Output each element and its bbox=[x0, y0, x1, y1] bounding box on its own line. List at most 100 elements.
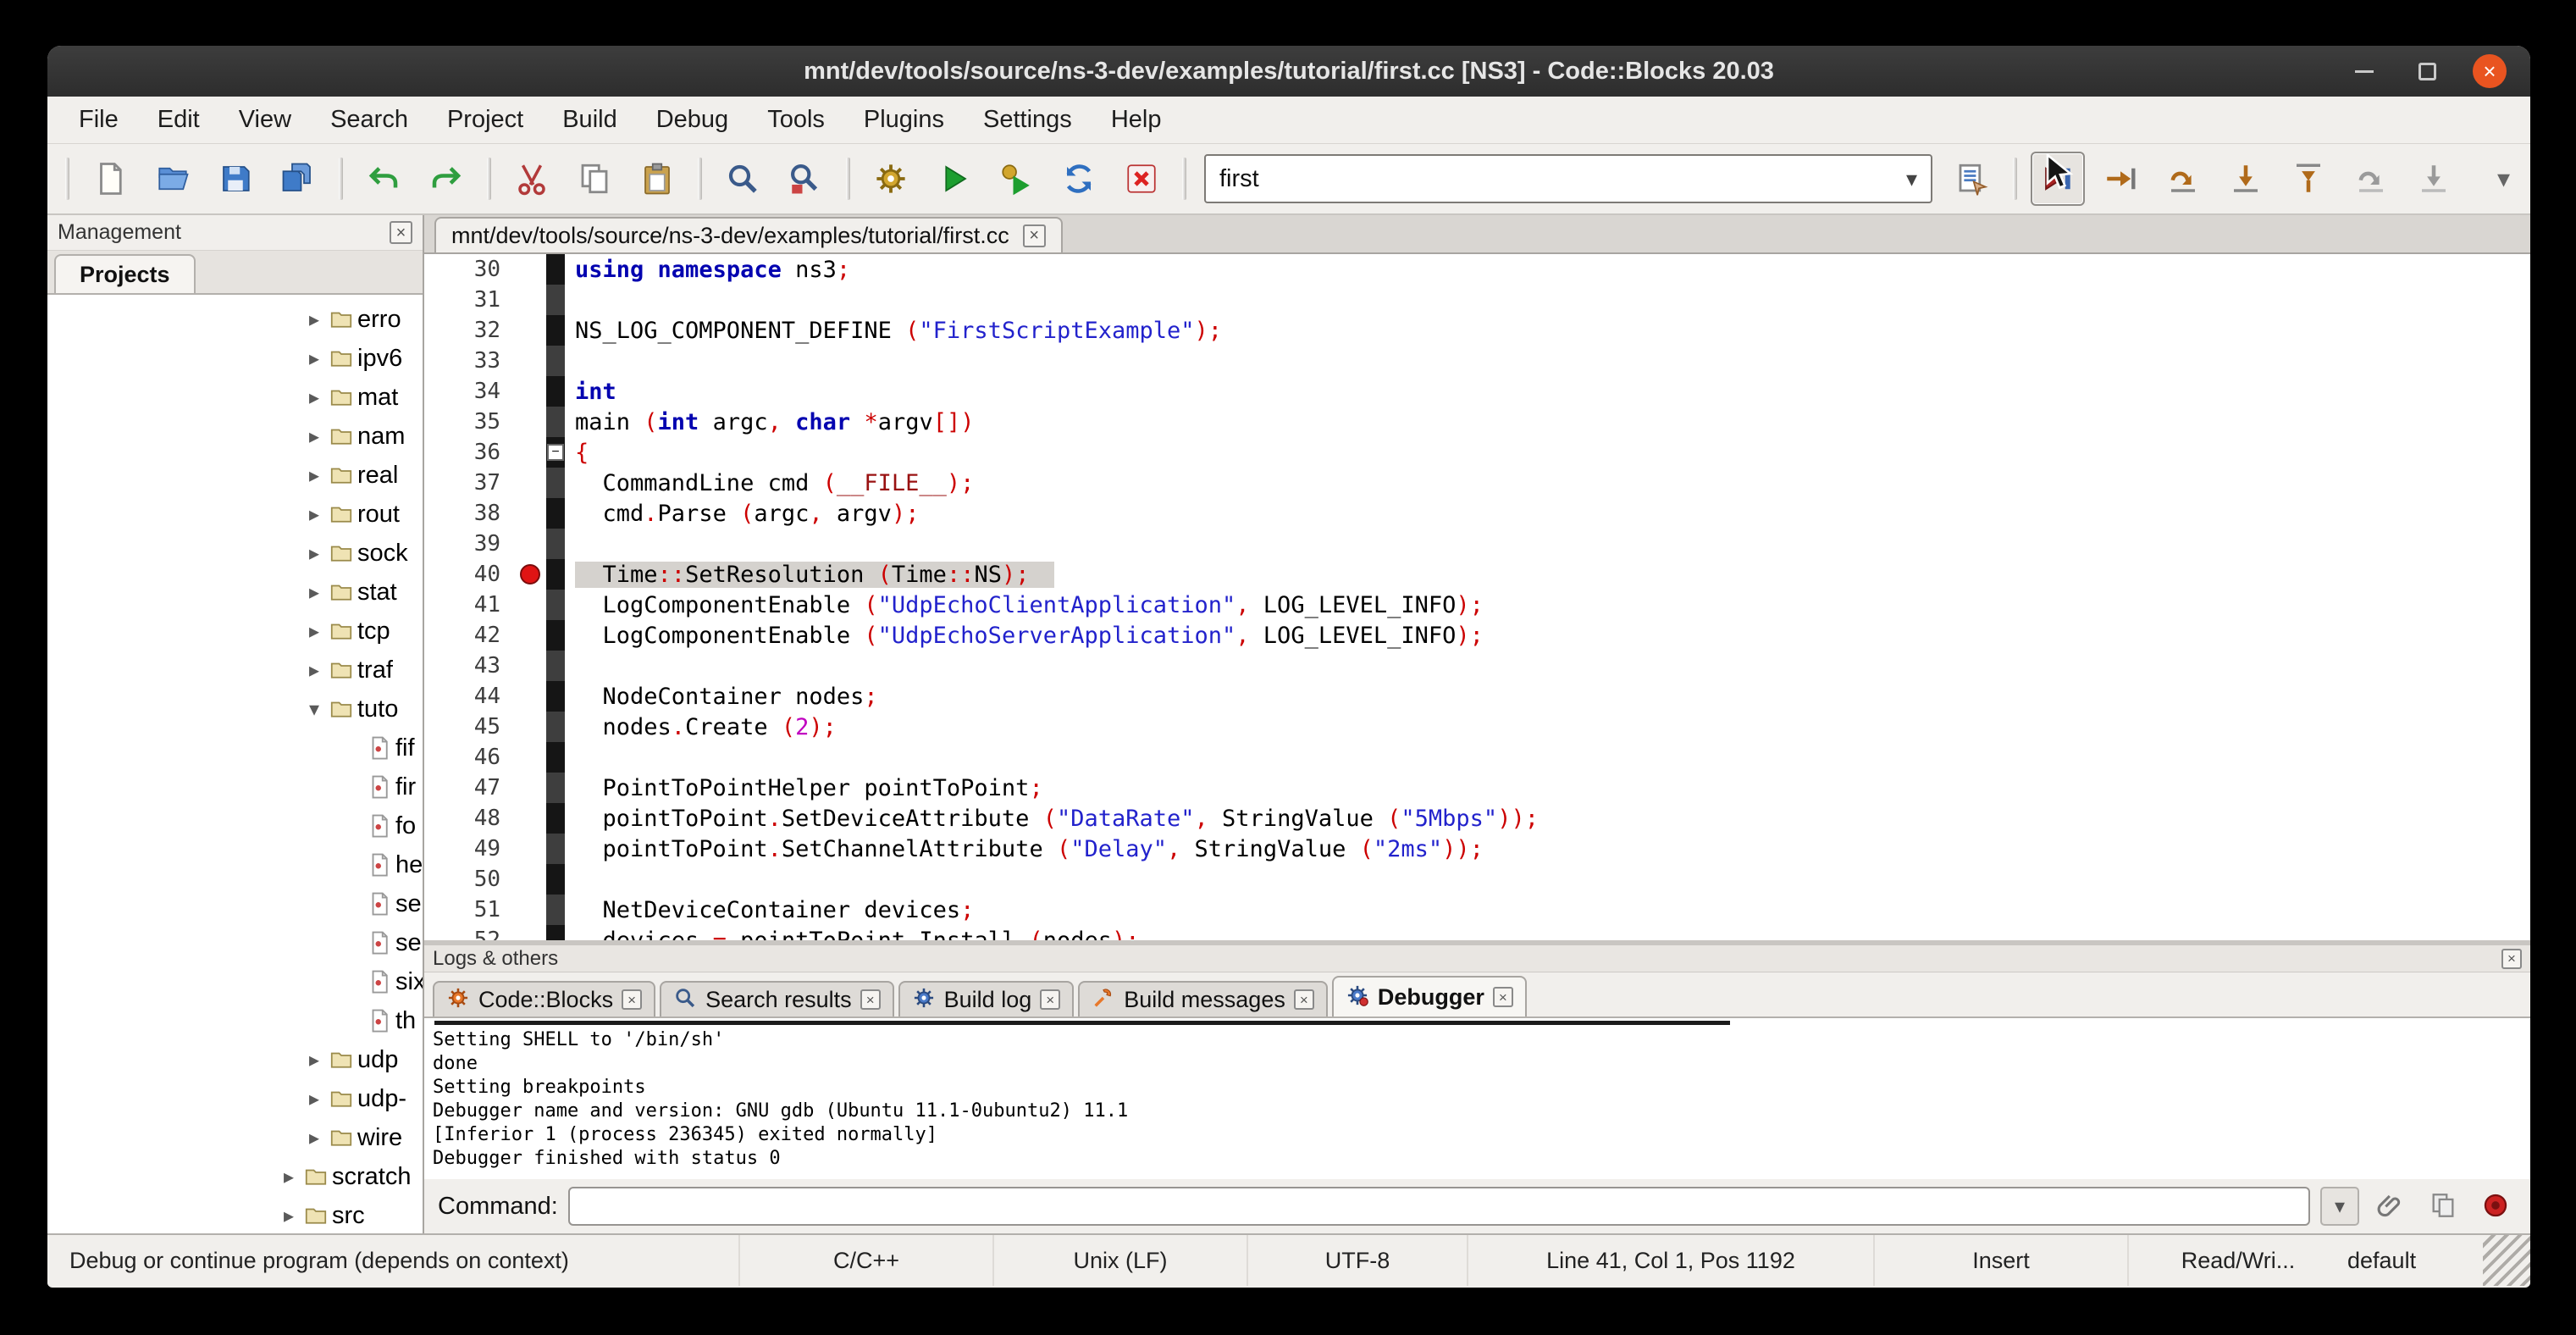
tree-item-th[interactable]: th bbox=[47, 1001, 423, 1040]
tree-item-traf[interactable]: ▸traf bbox=[47, 651, 423, 690]
tree-item-six[interactable]: six bbox=[47, 962, 423, 1001]
log-tab-debugger[interactable]: Debugger× bbox=[1332, 976, 1527, 1016]
step-out-button[interactable] bbox=[2281, 152, 2336, 206]
open-file-button[interactable] bbox=[146, 152, 200, 206]
breakpoint-margin[interactable] bbox=[514, 437, 546, 468]
tree-item-scratch[interactable]: ▸scratch bbox=[47, 1157, 423, 1196]
run-button[interactable] bbox=[926, 152, 981, 206]
chevron-right-icon[interactable]: ▸ bbox=[301, 1126, 327, 1150]
code-line[interactable]: 41 LogComponentEnable ("UdpEchoClientApp… bbox=[424, 590, 2530, 620]
tree-item-he[interactable]: he bbox=[47, 845, 423, 884]
breakpoint-margin[interactable] bbox=[514, 376, 546, 407]
code-line[interactable]: 32NS_LOG_COMPONENT_DEFINE ("FirstScriptE… bbox=[424, 315, 2530, 346]
chevron-right-icon[interactable]: ▸ bbox=[301, 424, 327, 449]
chevron-down-icon[interactable]: ▾ bbox=[1906, 166, 1917, 192]
log-tab-build-messages[interactable]: Build messages× bbox=[1078, 981, 1328, 1016]
menu-item-debug[interactable]: Debug bbox=[637, 97, 748, 143]
chevron-right-icon[interactable]: ▸ bbox=[276, 1165, 301, 1189]
tree-item-sock[interactable]: ▸sock bbox=[47, 534, 423, 573]
code-text[interactable]: LogComponentEnable ("UdpEchoClientApplic… bbox=[565, 592, 2530, 618]
find-button[interactable] bbox=[716, 152, 770, 206]
code-text[interactable]: { bbox=[565, 440, 2530, 466]
menu-item-view[interactable]: View bbox=[219, 97, 311, 143]
code-line[interactable]: 36−{ bbox=[424, 437, 2530, 468]
minimize-button[interactable] bbox=[2347, 54, 2381, 88]
code-text[interactable]: NS_LOG_COMPONENT_DEFINE ("FirstScriptExa… bbox=[565, 318, 2530, 344]
breakpoint-margin[interactable] bbox=[514, 620, 546, 651]
chevron-right-icon[interactable]: ▸ bbox=[301, 385, 327, 410]
code-line[interactable]: 31 bbox=[424, 285, 2530, 315]
tree-item-erro[interactable]: ▸erro bbox=[47, 300, 423, 339]
code-line[interactable]: 43 bbox=[424, 651, 2530, 681]
breakpoint-margin[interactable] bbox=[514, 712, 546, 742]
chevron-right-icon[interactable]: ▸ bbox=[301, 580, 327, 605]
breakpoint-margin[interactable] bbox=[514, 407, 546, 437]
tab-projects[interactable]: Projects bbox=[54, 254, 196, 293]
chevron-right-icon[interactable]: ▸ bbox=[276, 1204, 301, 1228]
code-text[interactable]: pointToPoint.SetChannelAttribute ("Delay… bbox=[565, 836, 2530, 862]
tree-item-real[interactable]: ▸real bbox=[47, 456, 423, 495]
redo-button[interactable] bbox=[419, 152, 473, 206]
menu-item-help[interactable]: Help bbox=[1092, 97, 1181, 143]
chevron-right-icon[interactable]: ▸ bbox=[301, 619, 327, 644]
chevron-right-icon[interactable]: ▸ bbox=[301, 463, 327, 488]
command-input[interactable] bbox=[568, 1187, 2310, 1226]
fold-collapse-icon[interactable]: − bbox=[547, 444, 564, 461]
menu-item-plugins[interactable]: Plugins bbox=[844, 97, 964, 143]
menu-item-file[interactable]: File bbox=[59, 97, 138, 143]
log-tab-build-log[interactable]: Build log× bbox=[898, 981, 1075, 1016]
abort-build-button[interactable] bbox=[1114, 152, 1169, 206]
code-text[interactable]: int bbox=[565, 379, 2530, 405]
code-text[interactable]: pointToPoint.SetDeviceAttribute ("DataRa… bbox=[565, 806, 2530, 832]
tree-item-ipv6[interactable]: ▸ipv6 bbox=[47, 339, 423, 378]
code-text[interactable]: CommandLine cmd (__FILE__); bbox=[565, 470, 2530, 496]
code-line[interactable]: 46 bbox=[424, 742, 2530, 773]
log-tab-search-results[interactable]: Search results× bbox=[660, 981, 894, 1016]
debugger-log-output[interactable]: Setting SHELL to '/bin/sh'doneSetting br… bbox=[424, 1016, 2530, 1179]
menu-item-build[interactable]: Build bbox=[543, 97, 637, 143]
code-line[interactable]: 35main (int argc, char *argv[]) bbox=[424, 407, 2530, 437]
build-target-combo[interactable]: first▾ bbox=[1204, 154, 1932, 203]
save-file-button[interactable] bbox=[208, 152, 263, 206]
code-line[interactable]: 40 Time::SetResolution (Time::NS); bbox=[424, 559, 2530, 590]
menu-item-search[interactable]: Search bbox=[311, 97, 428, 143]
save-all-button[interactable] bbox=[271, 152, 325, 206]
paste-button[interactable] bbox=[630, 152, 684, 206]
replace-button[interactable] bbox=[778, 152, 832, 206]
tree-item-fif[interactable]: fif bbox=[47, 728, 423, 767]
chevron-right-icon[interactable]: ▸ bbox=[301, 541, 327, 566]
breakpoint-margin[interactable] bbox=[514, 742, 546, 773]
chevron-right-icon[interactable]: ▸ bbox=[301, 1087, 327, 1111]
close-icon[interactable]: × bbox=[1040, 989, 1060, 1010]
code-line[interactable]: 30using namespace ns3; bbox=[424, 254, 2530, 285]
code-text[interactable]: NodeContainer nodes; bbox=[565, 684, 2530, 710]
code-line[interactable]: 34int bbox=[424, 376, 2530, 407]
step-into-instruction-button[interactable] bbox=[2407, 152, 2461, 206]
tree-item-fo[interactable]: fo bbox=[47, 806, 423, 845]
code-line[interactable]: 44 NodeContainer nodes; bbox=[424, 681, 2530, 712]
code-line[interactable]: 50 bbox=[424, 864, 2530, 895]
chevron-down-icon[interactable]: ▾ bbox=[301, 697, 327, 722]
build-target-button[interactable] bbox=[1945, 152, 1999, 206]
rebuild-button[interactable] bbox=[1052, 152, 1106, 206]
chevron-right-icon[interactable]: ▸ bbox=[301, 346, 327, 371]
code-line[interactable]: 52 devices = pointToPoint.Install (nodes… bbox=[424, 925, 2530, 940]
code-text[interactable]: cmd.Parse (argc, argv); bbox=[565, 501, 2530, 527]
code-line[interactable]: 49 pointToPoint.SetChannelAttribute ("De… bbox=[424, 834, 2530, 864]
tree-item-se[interactable]: se bbox=[47, 923, 423, 962]
code-text[interactable]: main (int argc, char *argv[]) bbox=[565, 409, 2530, 435]
close-icon[interactable]: × bbox=[1493, 987, 1513, 1007]
breakpoint-margin[interactable] bbox=[514, 834, 546, 864]
chevron-right-icon[interactable]: ▸ bbox=[301, 502, 327, 527]
tree-item-se[interactable]: se bbox=[47, 884, 423, 923]
breakpoint-margin[interactable] bbox=[514, 681, 546, 712]
menu-item-edit[interactable]: Edit bbox=[138, 97, 219, 143]
breakpoint-margin[interactable] bbox=[514, 651, 546, 681]
chevron-right-icon[interactable]: ▸ bbox=[301, 307, 327, 332]
command-history-dropdown[interactable]: ▾ bbox=[2320, 1187, 2359, 1226]
breakpoint-margin[interactable] bbox=[514, 498, 546, 529]
code-line[interactable]: 47 PointToPointHelper pointToPoint; bbox=[424, 773, 2530, 803]
breakpoint-margin[interactable] bbox=[514, 803, 546, 834]
close-icon[interactable]: × bbox=[390, 221, 412, 244]
close-icon[interactable]: × bbox=[2501, 949, 2522, 969]
